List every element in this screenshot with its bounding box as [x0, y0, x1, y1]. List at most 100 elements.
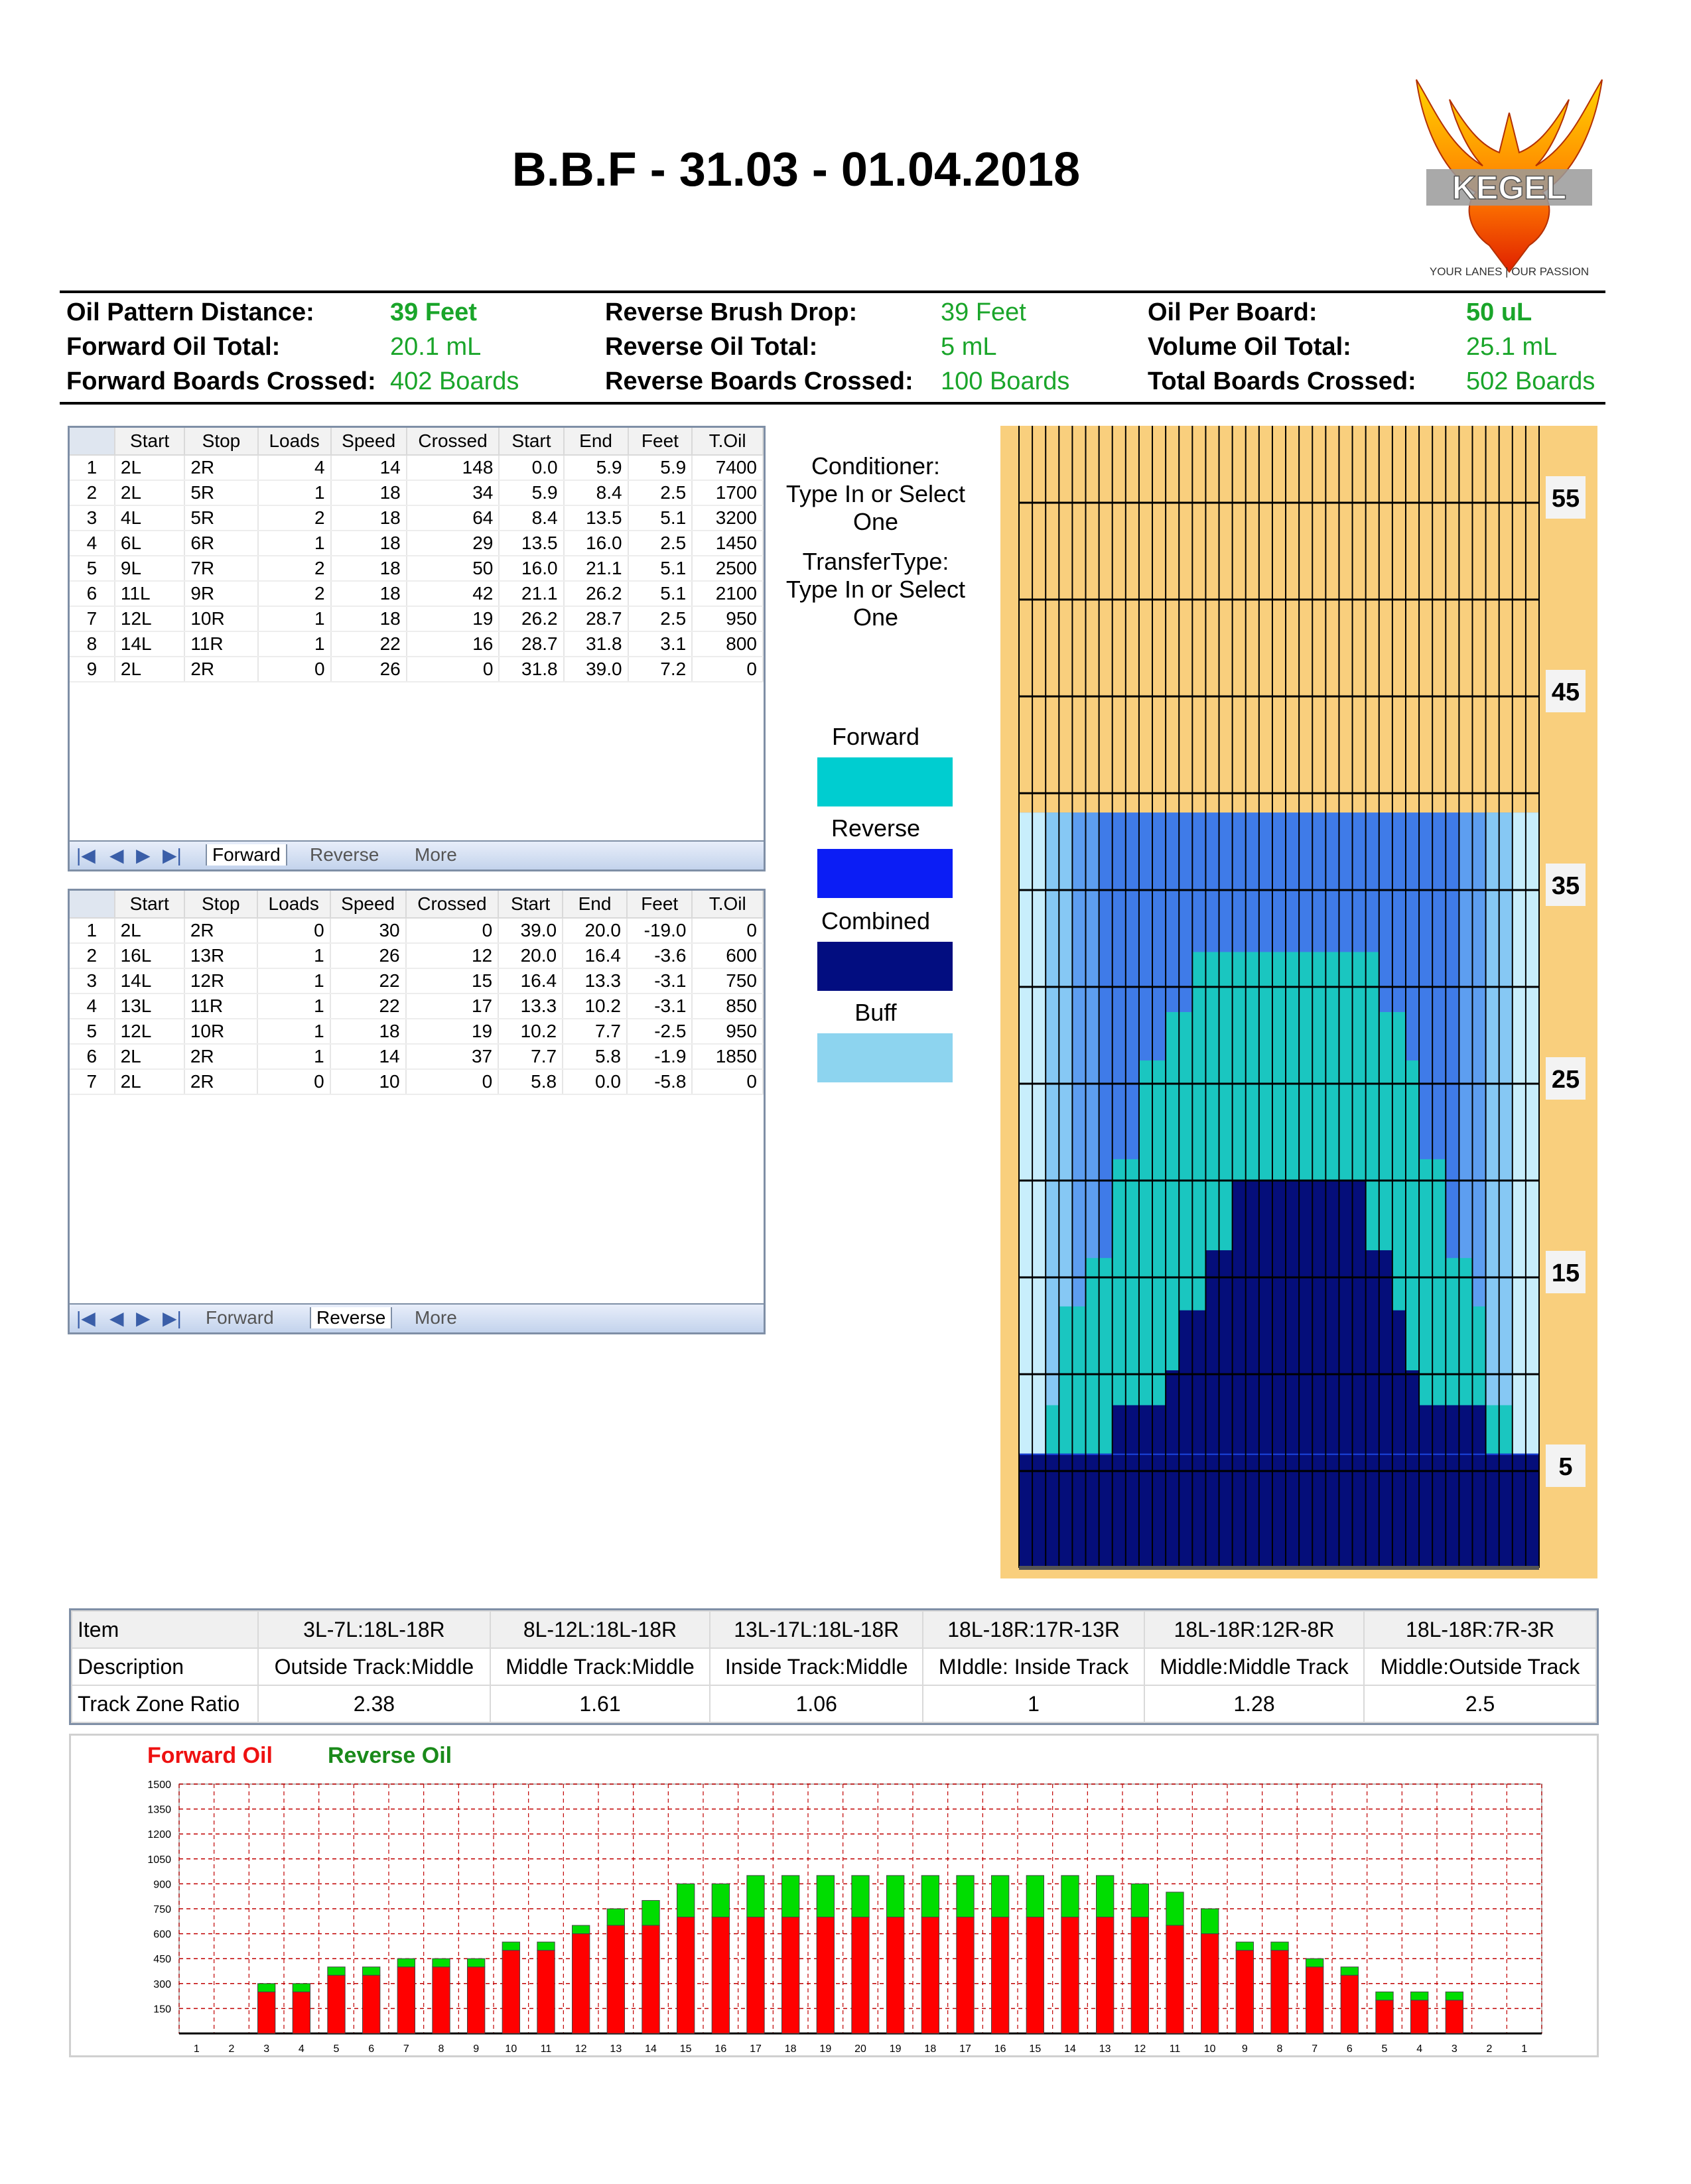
table-cell[interactable]: 1 — [257, 943, 331, 969]
table-cell[interactable]: 1 — [257, 606, 332, 632]
next-record-icon[interactable]: ▶ — [136, 844, 151, 866]
table-cell[interactable]: 850 — [692, 994, 764, 1019]
column-header[interactable]: Speed — [330, 891, 407, 919]
table-cell[interactable]: 5.8 — [498, 1069, 564, 1095]
table-cell[interactable]: 14 — [330, 455, 407, 481]
table-cell[interactable]: 14L — [114, 631, 186, 657]
table-cell[interactable]: 15 — [405, 968, 500, 994]
table-cell[interactable]: 2R — [184, 657, 259, 682]
table-cell[interactable]: 12L — [114, 1019, 185, 1045]
table-cell[interactable]: 31.8 — [563, 631, 629, 657]
table-row[interactable]: 5 9L 7R 2 18 50 16.0 21.1 5.1 2500 — [70, 556, 764, 582]
table-row[interactable]: 6 11L 9R 2 18 42 21.1 26.2 5.1 2100 — [70, 581, 764, 607]
table-cell[interactable]: 0 — [257, 657, 332, 682]
table-cell[interactable]: 2L — [114, 455, 186, 481]
table-cell[interactable]: -3.1 — [626, 994, 693, 1019]
table-cell[interactable]: -3.1 — [626, 968, 693, 994]
table-cell[interactable]: 17 — [405, 994, 500, 1019]
table-cell[interactable]: 0.0 — [563, 1069, 628, 1095]
column-header[interactable]: End — [563, 891, 628, 919]
table-cell[interactable]: 0 — [406, 657, 500, 682]
table-cell[interactable]: 64 — [406, 505, 500, 531]
table-cell[interactable]: 31.8 — [499, 657, 565, 682]
table-cell[interactable]: 0 — [692, 1069, 764, 1095]
table-cell[interactable]: 8.4 — [499, 505, 565, 531]
table-cell[interactable]: 2 — [257, 581, 332, 607]
table-cell[interactable]: 9R — [184, 581, 259, 607]
table-cell[interactable]: -19.0 — [626, 918, 693, 944]
table-cell[interactable]: 11L — [114, 581, 186, 607]
table-cell[interactable]: 10R — [184, 606, 259, 632]
table-cell[interactable]: 2L — [114, 657, 186, 682]
table-cell[interactable]: 13.5 — [499, 531, 565, 556]
table-cell[interactable]: 2R — [184, 455, 259, 481]
table-cell[interactable]: 26 — [330, 943, 407, 969]
table-cell[interactable]: -5.8 — [626, 1069, 693, 1095]
table-cell[interactable]: 19 — [405, 1019, 500, 1045]
table-cell[interactable]: 21.1 — [563, 556, 629, 582]
table-cell[interactable]: 4 — [257, 455, 332, 481]
table-cell[interactable]: 1 — [257, 531, 332, 556]
column-header[interactable]: Stop — [184, 428, 259, 456]
column-header[interactable]: Feet — [626, 891, 693, 919]
table-cell[interactable]: 50 — [406, 556, 500, 582]
table-row[interactable]: 4 13L 11R 1 22 17 13.3 10.2 -3.1 850 — [70, 994, 764, 1019]
table-row[interactable]: 3 4L 5R 2 18 64 8.4 13.5 5.1 3200 — [70, 505, 764, 531]
table-cell[interactable]: 8.4 — [563, 480, 629, 506]
table-cell[interactable]: 5.9 — [499, 480, 565, 506]
table-cell[interactable]: 2 — [257, 505, 332, 531]
table-row[interactable]: 1 2L 2R 0 30 0 39.0 20.0 -19.0 0 — [70, 918, 764, 944]
table-cell[interactable]: 16.0 — [563, 531, 629, 556]
table-cell[interactable]: 2.5 — [628, 480, 693, 506]
column-header[interactable]: Start — [499, 428, 565, 456]
table-row[interactable]: 6 2L 2R 1 14 37 7.7 5.8 -1.9 1850 — [70, 1044, 764, 1070]
table-cell[interactable]: 28.7 — [499, 631, 565, 657]
table-cell[interactable]: 7R — [184, 556, 259, 582]
table-cell[interactable]: 1450 — [692, 531, 764, 556]
table-cell[interactable]: 16.0 — [499, 556, 565, 582]
table-cell[interactable]: 1 — [257, 1019, 331, 1045]
tab-more[interactable]: More — [415, 844, 457, 866]
table-row[interactable]: 7 2L 2R 0 10 0 5.8 0.0 -5.8 0 — [70, 1069, 764, 1095]
table-cell[interactable]: 37 — [405, 1044, 500, 1070]
tab-reverse[interactable]: Reverse — [310, 1307, 393, 1328]
table-cell[interactable]: 6L — [114, 531, 186, 556]
table-cell[interactable]: 5.8 — [563, 1044, 628, 1070]
column-header[interactable]: Feet — [628, 428, 693, 456]
column-header[interactable]: Start — [114, 891, 185, 919]
table-cell[interactable]: 19 — [406, 606, 500, 632]
table-cell[interactable]: 16.4 — [563, 943, 628, 969]
table-cell[interactable]: 5R — [184, 505, 259, 531]
prev-record-icon[interactable]: ◀ — [109, 1307, 124, 1329]
column-header[interactable]: Loads — [257, 428, 332, 456]
table-cell[interactable]: 10.2 — [563, 994, 628, 1019]
table-cell[interactable]: 5.1 — [628, 505, 693, 531]
table-cell[interactable]: 0 — [692, 918, 764, 944]
table-cell[interactable]: 0 — [405, 918, 500, 944]
table-cell[interactable]: 4L — [114, 505, 186, 531]
table-cell[interactable]: 0 — [405, 1069, 500, 1095]
table-cell[interactable]: 11R — [184, 994, 258, 1019]
column-header[interactable]: Start — [498, 891, 564, 919]
table-cell[interactable]: 13.3 — [563, 968, 628, 994]
table-cell[interactable]: 148 — [406, 455, 500, 481]
table-cell[interactable]: -3.6 — [626, 943, 693, 969]
table-cell[interactable]: 2R — [184, 918, 258, 944]
table-cell[interactable]: 0 — [692, 657, 764, 682]
table-cell[interactable]: 28.7 — [563, 606, 629, 632]
table-cell[interactable]: 42 — [406, 581, 500, 607]
table-cell[interactable]: 5.1 — [628, 556, 693, 582]
table-cell[interactable]: 2100 — [692, 581, 764, 607]
table-row[interactable]: 1 2L 2R 4 14 148 0.0 5.9 5.9 7400 — [70, 455, 764, 481]
column-header[interactable]: T.Oil — [692, 428, 764, 456]
table-cell[interactable]: 2 — [257, 556, 332, 582]
column-header[interactable]: Start — [114, 428, 186, 456]
table-cell[interactable]: 26.2 — [563, 581, 629, 607]
table-cell[interactable]: 1 — [257, 968, 331, 994]
table-cell[interactable]: 16L — [114, 943, 185, 969]
table-row[interactable]: 8 14L 11R 1 22 16 28.7 31.8 3.1 800 — [70, 631, 764, 657]
tab-more[interactable]: More — [415, 1307, 457, 1328]
table-cell[interactable]: 1700 — [692, 480, 764, 506]
table-cell[interactable]: 20.0 — [563, 918, 628, 944]
table-cell[interactable]: 0 — [257, 918, 331, 944]
